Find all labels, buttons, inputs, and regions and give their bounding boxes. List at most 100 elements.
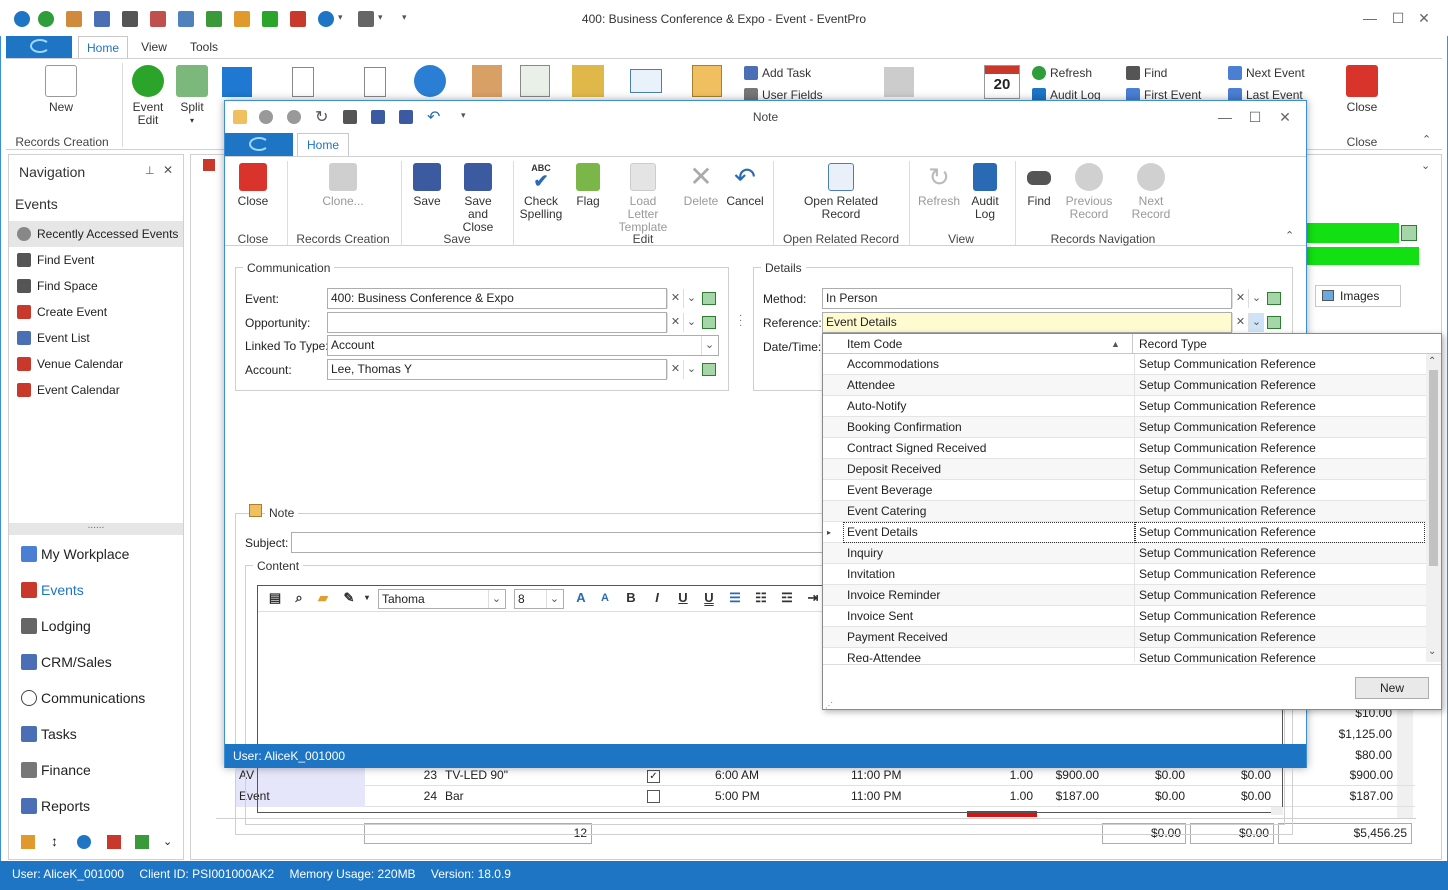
email-icon[interactable] <box>630 69 662 93</box>
list-item[interactable]: Inquiry Setup Communication Reference <box>823 543 1426 564</box>
lookup-icon[interactable] <box>1401 225 1417 241</box>
list-item[interactable]: Event Beverage Setup Communication Refere… <box>823 480 1426 501</box>
delete-button[interactable]: ✕ Delete <box>681 163 721 208</box>
style-icon[interactable]: ✎ <box>340 590 358 606</box>
list-item[interactable]: Payment Received Setup Communication Refe… <box>823 627 1426 648</box>
list-item[interactable]: Reg-Attendee Setup Communication Referenc… <box>823 648 1426 662</box>
open-related-record-button[interactable]: Open Related Record <box>803 163 879 221</box>
maximize-icon[interactable]: ☐ <box>1245 107 1265 127</box>
find-button[interactable]: Find <box>1126 63 1167 83</box>
cube-icon[interactable] <box>222 67 252 97</box>
export-icon[interactable] <box>292 67 314 97</box>
list-item[interactable]: Contract Signed Received Setup Communicat… <box>823 438 1426 459</box>
chevron-down-icon[interactable]: ⌄ <box>163 835 172 848</box>
column-header-record-type[interactable]: Record Type <box>1135 334 1425 354</box>
minimize-icon[interactable]: — <box>1360 8 1380 28</box>
dialog-tab-home[interactable]: Home <box>297 133 349 156</box>
content-scrollbar[interactable] <box>1271 807 1283 815</box>
cancel-button[interactable]: ↶ Cancel <box>725 163 765 208</box>
font-name-select[interactable]: Tahoma <box>378 589 506 609</box>
application-menu-button[interactable] <box>6 36 72 58</box>
next-record-button[interactable]: Next Record <box>1119 163 1183 221</box>
info-icon[interactable] <box>414 65 446 97</box>
dialog-refresh-button[interactable]: ↻ Refresh <box>915 163 963 208</box>
linked-to-type-select[interactable]: Account <box>327 335 719 356</box>
resize-grip-icon[interactable]: ⋰ <box>825 701 833 710</box>
clear-icon[interactable]: ✕ <box>667 360 683 379</box>
lookup-button[interactable] <box>1265 313 1283 332</box>
chevron-down-icon[interactable]: ⌄ <box>1248 289 1264 308</box>
grow-font-icon[interactable]: A <box>572 590 590 606</box>
list-item[interactable]: Invitation Setup Communication Reference <box>823 564 1426 585</box>
module-communications[interactable]: Communications <box>9 680 183 716</box>
module-lodging[interactable]: Lodging <box>9 608 183 644</box>
dialog-application-button[interactable] <box>225 133 293 156</box>
list-item[interactable]: Deposit Received Setup Communication Refe… <box>823 459 1426 480</box>
tab-images[interactable]: Images <box>1315 285 1401 307</box>
tab-home[interactable]: Home <box>78 36 128 58</box>
module-tasks[interactable]: Tasks <box>9 716 183 752</box>
dialog-find-button[interactable]: Find <box>1021 163 1057 208</box>
module-finance[interactable]: Finance <box>9 752 183 788</box>
nav-item-create-event[interactable]: Create Event <box>9 299 183 325</box>
collapse-ribbon-icon[interactable]: ⌃ <box>1285 229 1294 242</box>
clear-icon[interactable]: ✕ <box>1232 289 1248 308</box>
check-spelling-button[interactable]: ABC ✔ Check Spelling <box>519 163 563 221</box>
list-item[interactable]: Accommodations Setup Communication Refere… <box>823 354 1426 375</box>
scroll-up-icon[interactable]: ⌃ <box>1428 356 1436 367</box>
tab-tools[interactable]: Tools <box>182 36 226 58</box>
chevron-down-icon[interactable]: ⌄ <box>683 360 699 379</box>
list-item[interactable]: ▸ Event Details Setup Communication Refere… <box>823 522 1426 543</box>
split-button[interactable]: Split ▾ <box>172 65 212 127</box>
clear-icon[interactable]: ✕ <box>667 313 683 332</box>
list-item[interactable]: Invoice Reminder Setup Communication Refe… <box>823 585 1426 606</box>
chevron-down-icon[interactable]: ⌄ <box>1421 159 1430 172</box>
save-button[interactable]: Save <box>409 163 445 208</box>
scroll-down-icon[interactable]: ⌄ <box>1428 646 1436 657</box>
dropdown-new-button[interactable]: New <box>1355 677 1429 699</box>
tab-view[interactable]: View <box>134 36 174 58</box>
event-field[interactable]: 400: Business Conference & Expo <box>327 288 667 309</box>
shrink-font-icon[interactable]: A <box>596 590 614 606</box>
lookup-button[interactable] <box>700 289 718 308</box>
pin-icon[interactable]: ⊥ <box>145 164 155 177</box>
chevron-down-icon[interactable]: ⌄ <box>1248 313 1264 332</box>
user-lock-icon[interactable] <box>472 65 502 97</box>
add-task-button[interactable]: Add Task <box>744 63 811 83</box>
account-field[interactable]: Lee, Thomas Y <box>327 359 667 380</box>
lookup-button[interactable] <box>700 360 718 379</box>
clear-icon[interactable]: ✕ <box>667 289 683 308</box>
new-button[interactable]: New <box>40 65 82 114</box>
nav-item-venue-calendar[interactable]: Venue Calendar <box>9 351 183 377</box>
load-letter-template-button[interactable]: Load Letter Template <box>613 163 673 234</box>
flag-button[interactable]: Flag <box>571 163 605 208</box>
dropdown-scrollbar[interactable]: ⌃ ⌄ <box>1426 354 1441 662</box>
close-icon[interactable]: ✕ <box>1414 8 1434 28</box>
note-icon[interactable] <box>692 65 722 97</box>
save-and-close-button[interactable]: Save and Close <box>453 163 503 234</box>
lookup-button[interactable] <box>1265 289 1283 308</box>
event-edit-button[interactable]: Event Edit <box>128 65 168 127</box>
chevron-down-icon[interactable]: ⌄ <box>546 590 562 608</box>
list-item[interactable]: Invoice Sent Setup Communication Referenc… <box>823 606 1426 627</box>
find-icon[interactable]: ⌕ <box>290 590 308 606</box>
nav-item-find-space[interactable]: Find Space <box>9 273 183 299</box>
bold-icon[interactable]: B <box>622 590 640 606</box>
multilevel-list-icon[interactable]: ☲ <box>778 590 796 606</box>
module-crm-sales[interactable]: CRM/Sales <box>9 644 183 680</box>
open-folder-icon[interactable]: ▰ <box>314 590 332 606</box>
coins-icon[interactable] <box>572 65 604 97</box>
sort-icon[interactable]: ↕ <box>51 833 58 849</box>
method-field[interactable]: In Person <box>822 288 1232 309</box>
calendar-icon[interactable]: 20 <box>984 65 1020 99</box>
previous-record-button[interactable]: Previous Record <box>1065 163 1113 221</box>
opportunity-field[interactable] <box>327 312 667 333</box>
nav-item-event-list[interactable]: Event List <box>9 325 183 351</box>
nav-item-find-event[interactable]: Find Event <box>9 247 183 273</box>
underline-icon[interactable]: U <box>674 590 692 606</box>
close-icon[interactable]: ✕ <box>1275 107 1295 127</box>
splitter-handle[interactable]: · · · <box>739 311 742 331</box>
maximize-icon[interactable]: ☐ <box>1388 8 1408 28</box>
bar-chart-icon[interactable] <box>107 835 121 849</box>
dialog-audit-log-button[interactable]: Audit Log <box>967 163 1003 221</box>
